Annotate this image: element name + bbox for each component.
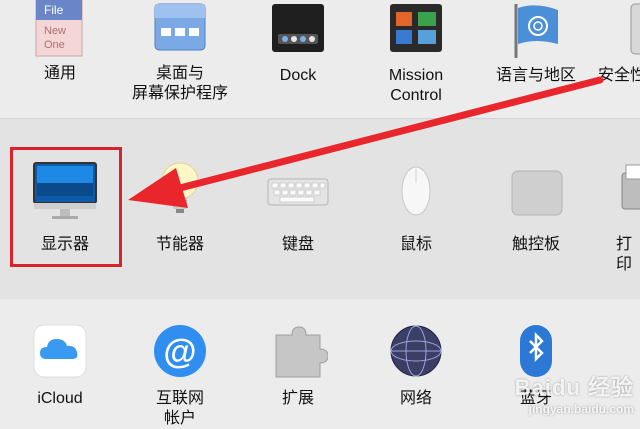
watermark-sub: jingyan.baidu.com [528,402,634,416]
baidu-watermark: Baidu 经验 jingyan.baidu.com [515,370,634,416]
pointer-arrow [128,76,604,208]
watermark-text: Baidu 经验 [514,375,634,400]
